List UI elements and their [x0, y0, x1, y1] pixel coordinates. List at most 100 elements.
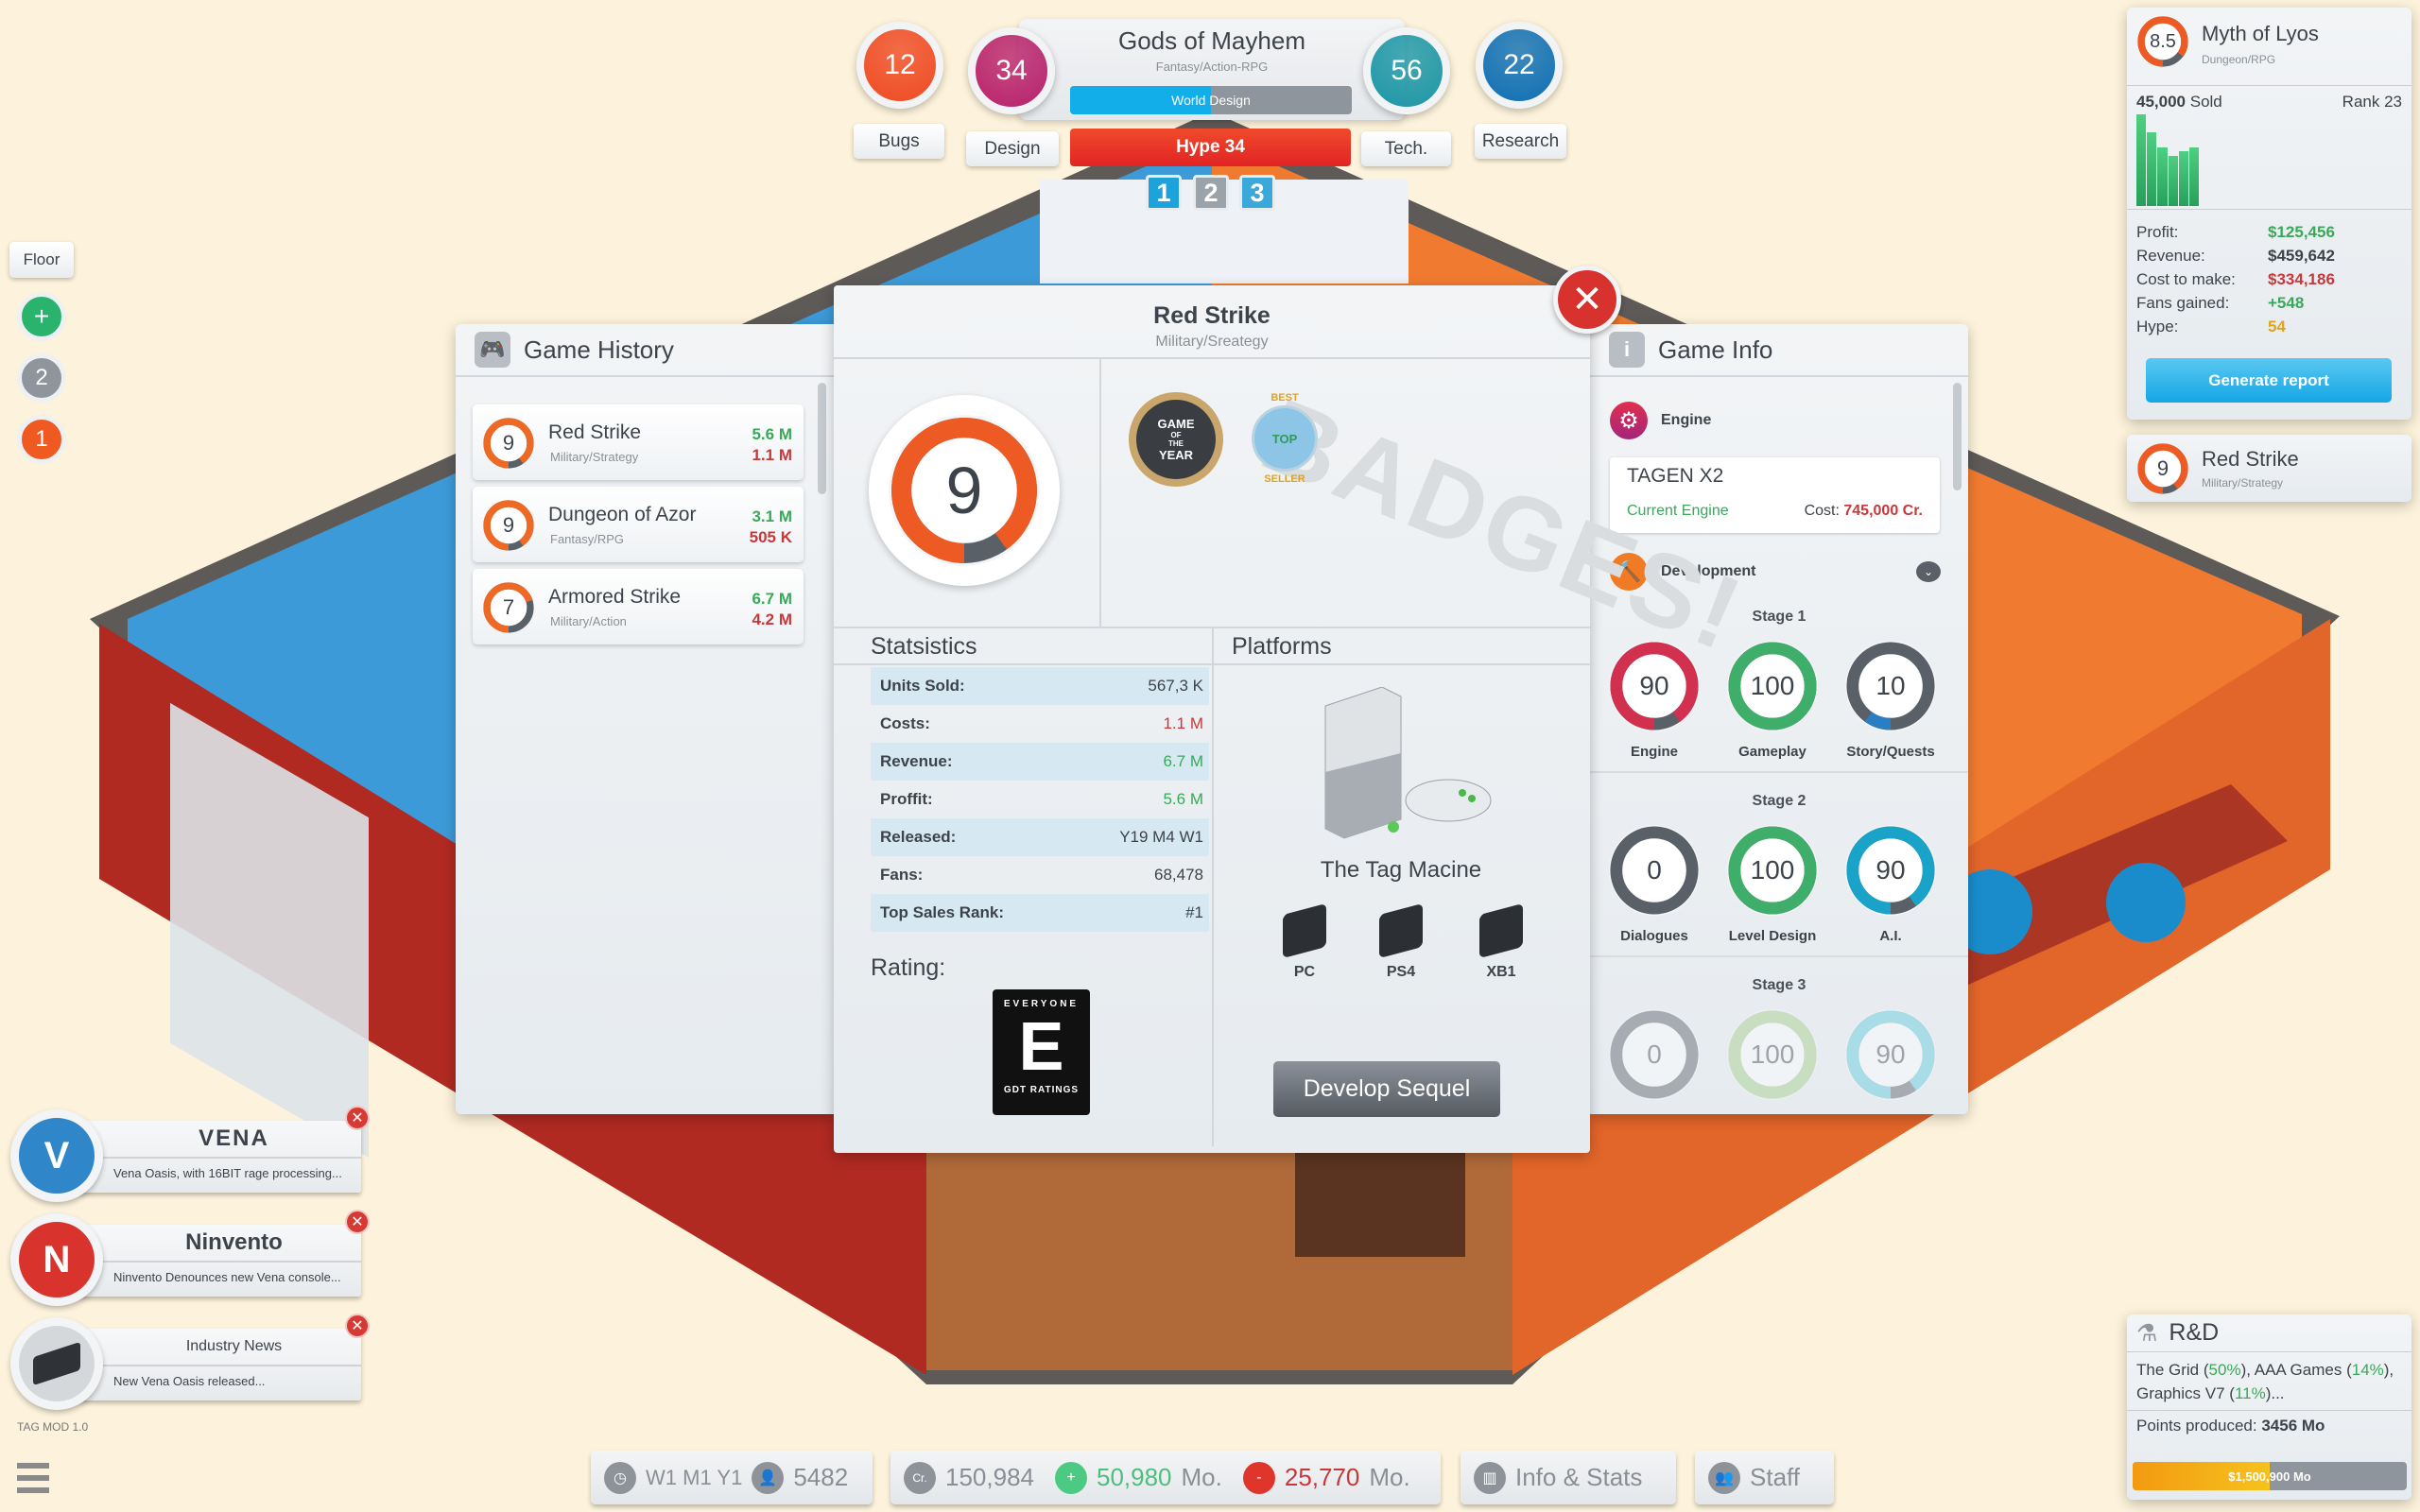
bugs-label: Bugs [854, 124, 944, 159]
market-stat-value: $125,456 [2268, 223, 2335, 241]
points-value: 3456 Mo [2261, 1417, 2325, 1435]
rnd-project: AAA Games (14%), [2254, 1361, 2394, 1379]
history-game-genre: Fantasy/RPG [550, 532, 625, 546]
gauge-value: 10 [1876, 671, 1906, 700]
market-stat-row: Profit: $125,456 [2136, 223, 2335, 242]
history-scrollbar[interactable] [818, 383, 826, 494]
brand-logo-icon: N [10, 1213, 103, 1306]
news-notification[interactable]: VENA Vena Oasis, with 16BIT rage processi… [69, 1121, 361, 1193]
history-game-genre: Military/Strategy [550, 450, 639, 464]
gauge-value: 0 [1647, 855, 1662, 885]
version-label: TAG MOD 1.0 [17, 1420, 89, 1434]
history-score-ring: 7 [482, 581, 535, 634]
history-item[interactable]: 9 Red Strike Military/Strategy 5.6 M 1.1… [473, 404, 804, 480]
history-game-genre: Military/Action [550, 614, 627, 628]
game-history-title: Game History [524, 335, 674, 364]
engine-card[interactable]: TAGEN X2 Current Engine Cost: 745,000 Cr… [1610, 457, 1940, 533]
dismiss-notification-button[interactable]: ✕ [345, 1106, 370, 1130]
floor-button-1[interactable]: 1 [17, 415, 66, 464]
platform-ps4: PS4 [1354, 902, 1448, 981]
stat-label: Released: [880, 828, 957, 846]
design-value: 34 [995, 55, 1028, 86]
research-counter[interactable]: 22 [1476, 22, 1563, 109]
mini-game-card[interactable]: 9 Red Strike Military/Strategy [2127, 435, 2411, 502]
generate-report-button[interactable]: Generate report [2146, 358, 2392, 403]
dismiss-notification-button[interactable]: ✕ [345, 1314, 370, 1338]
page-button-1[interactable]: 1 [1146, 175, 1182, 211]
hype-bar: Hype 34 [1070, 129, 1351, 166]
points-label: Points produced: [2136, 1417, 2257, 1435]
info-stats-label: Info & Stats [1515, 1463, 1643, 1491]
history-item[interactable]: 9 Dungeon of Azor Fantasy/RPG 3.1 M 505 … [473, 487, 804, 562]
history-game-name: Dungeon of Azor [548, 504, 697, 525]
stat-label: Proffit: [880, 790, 933, 808]
engine-section-label: Engine [1661, 412, 1712, 428]
plus-icon: + [1054, 1461, 1087, 1494]
expense-value: 25,770 [1284, 1463, 1360, 1491]
detail-title: Red Strike [1153, 302, 1270, 329]
platform-label: XB1 [1486, 964, 1516, 980]
current-game-genre: Fantasy/Action-RPG [1155, 60, 1269, 74]
bugs-counter[interactable]: 12 [856, 22, 943, 109]
stat-row: Units Sold: 567,3 K [871, 667, 1209, 705]
page-button-3[interactable]: 3 [1239, 175, 1275, 211]
fans-value: 5482 [793, 1463, 849, 1491]
gauge-value: 8.5 [2150, 30, 2176, 52]
news-notification[interactable]: Ninvento Ninvento Denounces new Vena cons… [69, 1225, 361, 1297]
tech-counter[interactable]: 56 [1363, 27, 1450, 114]
stat-row: Proffit: 5.6 M [871, 781, 1209, 818]
close-icon: ✕ [351, 1318, 364, 1334]
page-button-2[interactable]: 2 [1193, 175, 1229, 211]
market-stat-row: Cost to make: $334,186 [2136, 270, 2335, 289]
tech-label: Tech. [1361, 131, 1451, 166]
best-seller-badge: BEST TOP SELLER [1242, 392, 1327, 496]
minus-icon: - [1242, 1461, 1275, 1494]
main-platform-name: The Tag Macine [1320, 857, 1482, 883]
rnd-panel[interactable]: ⚗ R&D The Grid (50%), AAA Games (14%), Gr… [2127, 1314, 2411, 1500]
close-button[interactable]: ✕ [1553, 266, 1621, 334]
market-stat-value: 54 [2268, 318, 2286, 335]
development-collapse-button[interactable]: ⌄ [1916, 561, 1941, 582]
market-game-card[interactable]: 8.5 Myth of Lyos Dungeon/RPG 45,000 Sold… [2127, 8, 2411, 420]
platform-xb1: XB1 [1454, 902, 1548, 981]
statistics-heading: Statsistics [871, 633, 977, 660]
news-text: New Vena Oasis released... [113, 1374, 266, 1388]
design-label: Design [966, 131, 1059, 166]
stat-value: 68,478 [1154, 866, 1203, 884]
close-icon: ✕ [1571, 279, 1603, 320]
floor-button-2[interactable]: 2 [17, 353, 66, 403]
info-icon: i [1609, 332, 1645, 368]
develop-sequel-button[interactable]: Develop Sequel [1273, 1061, 1500, 1117]
news-brand: Ninvento [185, 1229, 283, 1255]
stat-value: Y19 M4 W1 [1119, 828, 1203, 846]
stat-row: Costs: 1.1 M [871, 705, 1209, 743]
stat-row: Top Sales Rank: #1 [871, 894, 1209, 932]
game-detail-panel: Red Strike Military/Sreategy 9 BADGES! G… [834, 285, 1759, 1153]
design-counter[interactable]: 34 [968, 27, 1055, 114]
game-of-the-year-badge: GAME OF THE YEAR [1129, 392, 1223, 487]
mini-game-title: Red Strike [2202, 447, 2299, 471]
info-scrollbar[interactable] [1953, 383, 1962, 490]
stat-label: Top Sales Rank: [880, 903, 1004, 921]
add-floor-button[interactable]: + [17, 292, 66, 341]
history-item[interactable]: 7 Armored Strike Military/Action 6.7 M 4… [473, 569, 804, 644]
engine-cost-label: Cost: [1804, 503, 1840, 519]
stat-label: Costs: [880, 714, 930, 732]
stat-label: Fans: [880, 866, 924, 884]
hamburger-icon [17, 1463, 49, 1469]
sales-bar [2168, 155, 2178, 206]
stat-value: 1.1 M [1163, 714, 1203, 732]
menu-button[interactable] [17, 1463, 49, 1495]
phase-progress-bar: World Design [1070, 86, 1352, 114]
sales-bar [2178, 150, 2188, 206]
staff-button[interactable]: 👥 Staff [1695, 1451, 1834, 1504]
market-game-genre: Dungeon/RPG [2202, 53, 2276, 66]
news-text: Ninvento Denounces new Vena console... [113, 1270, 341, 1284]
dismiss-notification-button[interactable]: ✕ [345, 1210, 370, 1234]
rnd-bar-label: $1,500,900 Mo [2228, 1469, 2311, 1484]
stat-row: Revenue: 6.7 M [871, 743, 1209, 781]
news-notification[interactable]: Industry News New Vena Oasis released... [69, 1329, 361, 1400]
hype-label: Hype 34 [1176, 137, 1245, 157]
info-stats-button[interactable]: ▥ Info & Stats [1461, 1451, 1676, 1504]
sales-bar [2136, 114, 2147, 206]
